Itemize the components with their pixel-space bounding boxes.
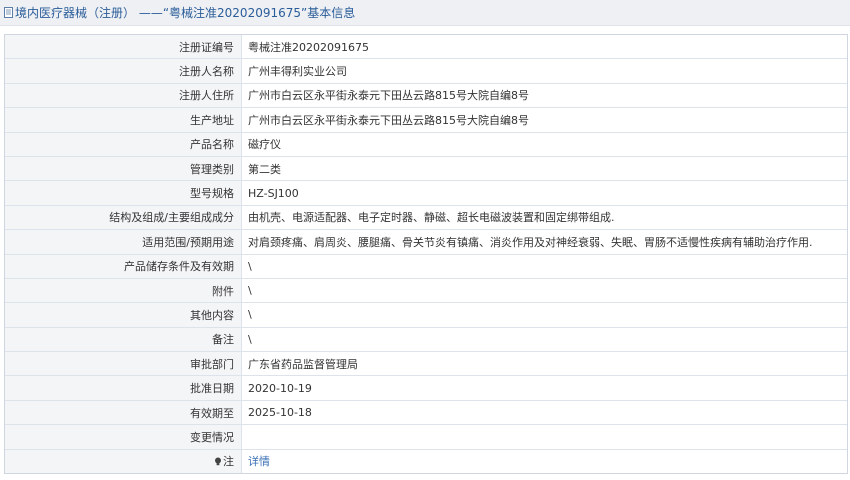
table-row: 生产地址 广州市白云区永平街永泰元下田丛云路815号大院自编8号 [5,107,847,133]
table-row: 注册人名称 广州丰得利实业公司 [5,58,847,84]
page-title: 境内医疗器械（注册） ——“粤械注准20202091675”基本信息 [15,6,356,20]
table-row: 结构及组成/主要组成成分 由机壳、电源适配器、电子定时器、静磁、超长电磁波装置和… [5,204,847,230]
row-value: 广州市白云区永平街永泰元下田丛云路815号大院自编8号 [241,82,847,108]
row-label: 附件 [5,277,242,303]
table-row: 产品储存条件及有效期 \ [5,253,847,279]
row-value: 对肩颈疼痛、肩周炎、腰腿痛、骨关节炎有镇痛、消炎作用及对神经衰弱、失眠、胃肠不适… [241,229,847,255]
note-label: 注 [223,455,234,469]
table-row: 产品名称 磁疗仪 [5,131,847,157]
table-row-note: 注 详情 [5,448,847,474]
row-value: HZ-SJ100 [241,180,847,206]
table-row: 型号规格 HZ-SJ100 [5,180,847,206]
row-value: \ [241,302,847,328]
row-value: 磁疗仪 [241,131,847,157]
table-row: 管理类别 第二类 [5,155,847,181]
row-label: 管理类别 [5,155,242,181]
row-label: 注册人住所 [5,82,242,108]
page-header: 境内医疗器械（注册） ——“粤械注准20202091675”基本信息 [0,0,850,26]
row-label: 注册人名称 [5,58,242,84]
table-row: 变更情况 [5,424,847,450]
row-value: 2025-10-18 [241,399,847,425]
row-value: \ [241,326,847,352]
row-label: 结构及组成/主要组成成分 [5,204,242,230]
table-row: 备注 \ [5,326,847,352]
row-value: 广州市白云区永平街永泰元下田丛云路815号大院自编8号 [241,107,847,133]
details-link[interactable]: 详情 [248,455,270,468]
row-value: 广州丰得利实业公司 [241,58,847,84]
row-label: 变更情况 [5,424,242,450]
table-row: 适用范围/预期用途 对肩颈疼痛、肩周炎、腰腿痛、骨关节炎有镇痛、消炎作用及对神经… [5,229,847,255]
table-row: 审批部门 广东省药品监督管理局 [5,351,847,376]
table-row: 附件 \ [5,277,847,303]
note-value-cell: 详情 [241,448,847,474]
row-label: 产品储存条件及有效期 [5,253,242,279]
row-label: 备注 [5,326,242,352]
row-label: 型号规格 [5,180,242,206]
table-row: 其他内容 \ [5,302,847,328]
table-row: 注册证编号 粤械注准20202091675 [5,35,847,59]
row-value [241,424,847,450]
info-table: 注册证编号 粤械注准20202091675 注册人名称 广州丰得利实业公司 注册… [4,34,848,475]
table-row: 批准日期 2020-10-19 [5,375,847,401]
note-label-cell: 注 [5,448,242,474]
row-value: \ [241,277,847,303]
lightbulb-icon [215,457,221,466]
row-label: 生产地址 [5,107,242,133]
row-value: 粤械注准20202091675 [248,40,369,54]
row-label: 批准日期 [5,375,242,401]
row-label: 审批部门 [5,351,242,376]
row-label: 其他内容 [5,302,242,328]
document-icon [4,7,13,18]
row-label: 产品名称 [5,131,242,157]
table-row: 注册人住所 广州市白云区永平街永泰元下田丛云路815号大院自编8号 [5,82,847,108]
table-row: 有效期至 2025-10-18 [5,399,847,425]
row-value: 广东省药品监督管理局 [241,351,847,376]
row-label: 有效期至 [5,399,242,425]
row-value: 第二类 [241,155,847,181]
row-value: 2020-10-19 [241,375,847,401]
row-value: 由机壳、电源适配器、电子定时器、静磁、超长电磁波装置和固定绑带组成. [241,204,847,230]
row-label: 适用范围/预期用途 [5,229,242,255]
row-value: \ [241,253,847,279]
row-label: 注册证编号 [5,35,242,59]
